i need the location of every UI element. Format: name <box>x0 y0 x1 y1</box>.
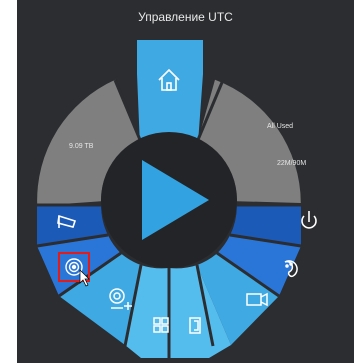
right-storage-line1: All Used <box>267 123 293 130</box>
radial-menu: 9.09 TB All Used 22M/90M <box>36 40 317 360</box>
power-icon <box>301 211 317 229</box>
right-storage-line2: 22M/90M <box>277 160 306 167</box>
left-storage-text: 9.09 TB <box>69 143 94 150</box>
utc-control-panel: Управление UTC 9.09 TB All Used 22M/90M <box>17 0 354 363</box>
